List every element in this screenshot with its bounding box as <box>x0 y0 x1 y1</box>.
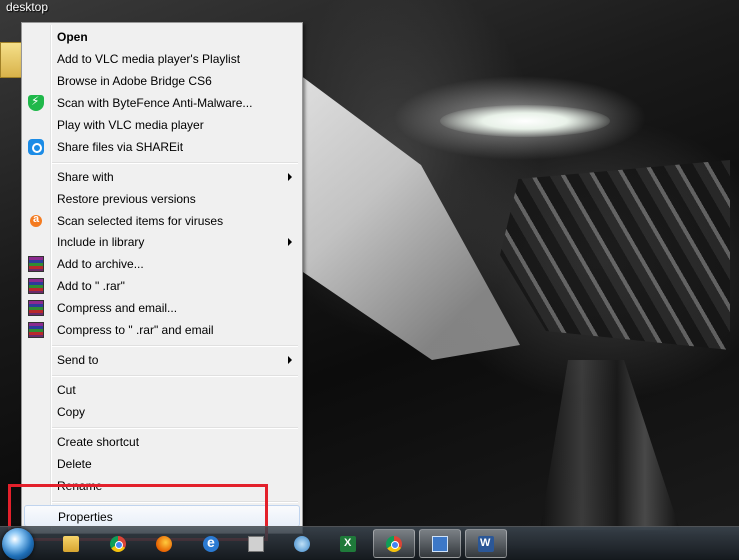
wallpaper-fairing <box>300 75 520 360</box>
menu-item-share-with[interactable]: Share with <box>24 166 300 188</box>
internet-explorer-icon[interactable] <box>203 534 219 552</box>
menu-item-label: Open <box>57 30 88 44</box>
submenu-arrow-icon <box>288 173 292 181</box>
menu-item-label: Add to archive... <box>57 257 144 271</box>
context-menu: Open Add to VLC media player's Playlist … <box>21 22 303 534</box>
menu-item-add-to-archive[interactable]: Add to archive... <box>24 253 300 275</box>
wallpaper-fork <box>540 360 680 530</box>
menu-item-label: Delete <box>57 457 92 471</box>
desktop-folder-label[interactable]: desktop <box>6 0 48 14</box>
chrome-icon <box>386 536 402 552</box>
excel-icon[interactable] <box>340 536 356 552</box>
menu-item-scan-bytefence[interactable]: Scan with ByteFence Anti-Malware... <box>24 92 300 114</box>
menu-separator <box>52 427 298 429</box>
menu-item-scan-viruses[interactable]: Scan selected items for viruses <box>24 210 300 232</box>
wallpaper-lens <box>500 160 730 350</box>
menu-item-label: Create shortcut <box>57 435 140 449</box>
menu-item-send-to[interactable]: Send to <box>24 349 300 371</box>
menu-separator <box>52 375 298 377</box>
menu-item-label: Scan selected items for viruses <box>57 214 224 228</box>
menu-item-browse-adobe-bridge[interactable]: Browse in Adobe Bridge CS6 <box>24 70 300 92</box>
firefox-icon[interactable] <box>156 536 172 552</box>
menu-item-open[interactable]: Open <box>24 26 300 48</box>
menu-item-add-to-rar[interactable]: Add to " .rar" <box>24 275 300 297</box>
menu-item-label: Copy <box>57 405 86 419</box>
menu-item-add-to-vlc-playlist[interactable]: Add to VLC media player's Playlist <box>24 48 300 70</box>
word-icon <box>478 536 494 552</box>
remote-desktop-icon <box>432 536 448 552</box>
menu-item-label: Restore previous versions <box>57 192 196 206</box>
menu-item-label: Compress to " .rar" and email <box>57 323 214 337</box>
bytefence-shield-icon <box>28 94 44 111</box>
folder-icon[interactable] <box>63 536 79 552</box>
menu-item-compress-and-email[interactable]: Compress and email... <box>24 297 300 319</box>
menu-separator <box>52 345 298 347</box>
menu-item-label: Share files via SHAREit <box>57 140 184 154</box>
menu-item-play-vlc[interactable]: Play with VLC media player <box>24 114 300 136</box>
menu-item-label: Send to <box>57 353 99 367</box>
menu-item-label: Include in library <box>57 235 145 249</box>
start-button[interactable] <box>2 528 34 560</box>
menu-item-label: Play with VLC media player <box>57 118 204 132</box>
submenu-arrow-icon <box>288 238 292 246</box>
menu-item-include-in-library[interactable]: Include in library <box>24 231 300 253</box>
winrar-icon <box>28 256 44 272</box>
menu-item-compress-to-rar-and-email[interactable]: Compress to " .rar" and email <box>24 319 300 341</box>
menu-item-label: Compress and email... <box>57 301 178 315</box>
menu-item-copy[interactable]: Copy <box>24 401 300 423</box>
avast-icon <box>28 213 44 229</box>
menu-item-restore-previous-versions[interactable]: Restore previous versions <box>24 188 300 210</box>
menu-item-share-shareit[interactable]: Share files via SHAREit <box>24 136 300 158</box>
menu-item-label: Share with <box>57 170 114 184</box>
menu-item-label: Add to VLC media player's Playlist <box>57 52 241 66</box>
menu-item-create-shortcut[interactable]: Create shortcut <box>24 431 300 453</box>
printer-icon[interactable] <box>248 536 264 552</box>
menu-item-delete[interactable]: Delete <box>24 453 300 475</box>
winrar-icon <box>28 300 44 316</box>
menu-item-label: Cut <box>57 383 76 397</box>
chrome-icon[interactable] <box>110 536 126 552</box>
winrar-icon <box>28 322 44 338</box>
menu-item-label: Scan with ByteFence Anti-Malware... <box>57 96 253 110</box>
wallpaper-headlight <box>440 105 610 137</box>
app-circle-icon[interactable] <box>294 536 310 552</box>
winrar-icon <box>28 278 44 294</box>
menu-item-cut[interactable]: Cut <box>24 379 300 401</box>
menu-separator <box>52 162 298 164</box>
menu-item-label: Add to " .rar" <box>57 279 125 293</box>
shareit-icon <box>28 139 44 155</box>
submenu-arrow-icon <box>288 356 292 364</box>
menu-item-label: Browse in Adobe Bridge CS6 <box>57 74 212 88</box>
